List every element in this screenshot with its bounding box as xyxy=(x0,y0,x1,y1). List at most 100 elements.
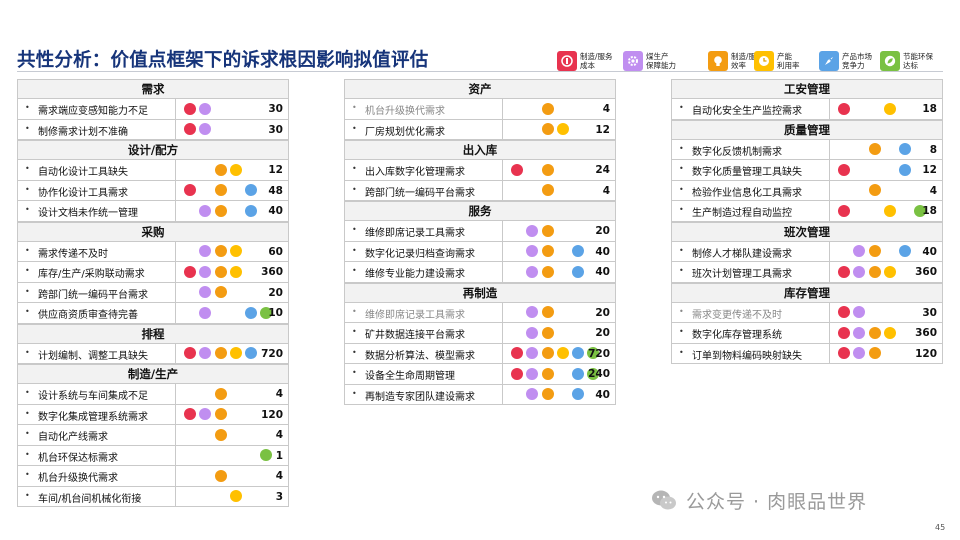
impact-dot-purple xyxy=(853,326,865,339)
row-label: 需求端应变感知能力不足 xyxy=(38,106,148,117)
impact-dot-orange xyxy=(215,469,227,482)
table-row: • 维修即席记录工具需求 20 xyxy=(344,220,616,241)
row-name-cell: • 数字化库存管理系统 xyxy=(672,323,830,343)
table-row: • 跨部门统一编码平台需求 20 xyxy=(17,281,289,302)
impact-dot-yellow xyxy=(557,123,569,135)
impact-dot-red xyxy=(184,102,196,115)
section-rows: • 需求变更传递不及时 30 • 数字化库存管理系统 360 • 订单到物料编码… xyxy=(671,301,943,364)
bullet-icon: • xyxy=(679,347,684,357)
impact-dot-red xyxy=(184,347,196,359)
row-value: 40 xyxy=(922,245,937,258)
row-value: 40 xyxy=(595,245,610,258)
column-middle: 资产 • 机台升级换代需求 4 • 厂房规划优化需求 12 出入库 • 出入库数字… xyxy=(344,79,616,405)
table-row: • 供应商资质审查待完善 10 xyxy=(17,302,289,324)
row-label: 供应商资质审查待完善 xyxy=(38,310,138,321)
row-value: 30 xyxy=(922,306,937,319)
row-value: 1 xyxy=(275,449,283,462)
impact-dot-purple xyxy=(526,367,538,380)
impact-dot-orange xyxy=(869,245,881,257)
impact-dot-orange xyxy=(869,347,881,359)
row-name-cell: • 生产制造过程自动监控 xyxy=(672,201,830,221)
bullet-icon: • xyxy=(25,429,30,438)
table-row: • 需求传递不及时 60 xyxy=(17,240,289,261)
impact-dot-orange xyxy=(215,286,227,298)
row-value: 12 xyxy=(595,123,610,136)
impact-dots xyxy=(505,221,597,241)
row-value: 20 xyxy=(595,327,610,339)
table-row: • 数字化反馈机制需求 8 xyxy=(671,138,943,160)
section-header: 工安管理 xyxy=(671,79,943,98)
impact-dots xyxy=(832,160,924,180)
table-row: • 数字化库存管理系统 360 xyxy=(671,322,943,343)
row-value: 3 xyxy=(275,490,283,503)
table-row: • 再制造专家团队建设需求 40 xyxy=(344,383,616,405)
impact-dot-red xyxy=(511,347,523,359)
bullet-icon: • xyxy=(352,184,357,194)
impact-dots xyxy=(178,384,270,404)
bullet-icon: • xyxy=(352,266,357,275)
row-value: 18 xyxy=(922,103,937,115)
bullet-icon: • xyxy=(352,368,357,377)
impact-dot-orange xyxy=(215,204,227,217)
section-rows: • 出入库数字化管理需求 24 • 跨部门统一编码平台需求 4 xyxy=(344,159,616,201)
impact-dots xyxy=(505,99,597,119)
row-name-cell: • 厂房规划优化需求 xyxy=(345,119,503,139)
impact-dot-yellow xyxy=(230,265,242,278)
row-value: 12 xyxy=(922,164,937,176)
impact-dots xyxy=(832,323,924,343)
impact-dots xyxy=(832,181,924,201)
section-rows: • 维修即席记录工具需求 20 • 数字化记录归档查询需求 40 • 维修专业能… xyxy=(344,220,616,283)
bullet-icon: • xyxy=(352,103,357,112)
row-value: 30 xyxy=(268,103,283,115)
row-name-cell: • 维修专业能力建设需求 xyxy=(345,262,503,282)
table-row: • 设计文档未作统一管理 40 xyxy=(17,200,289,222)
row-value: 20 xyxy=(595,306,610,319)
row-value: 40 xyxy=(268,205,283,217)
impact-dots xyxy=(505,385,597,405)
impact-dot-yellow xyxy=(557,347,569,359)
impact-dot-red xyxy=(511,163,523,176)
impact-dot-yellow xyxy=(884,326,896,339)
row-value: 360 xyxy=(915,266,937,278)
row-value: 4 xyxy=(275,388,283,400)
row-value: 10 xyxy=(268,307,283,319)
impact-dots xyxy=(832,140,924,160)
bullet-icon: • xyxy=(25,388,30,397)
impact-dot-orange xyxy=(542,326,554,339)
impact-dots xyxy=(832,344,924,364)
row-value: 20 xyxy=(268,286,283,299)
table-row: • 自动化产线需求 4 xyxy=(17,424,289,445)
impact-dots xyxy=(505,120,597,140)
row-label: 数字化质量管理工具缺失 xyxy=(692,167,802,178)
bullet-icon: • xyxy=(25,470,30,479)
row-label: 机台升级换代需求 xyxy=(38,473,118,484)
impact-dots xyxy=(505,160,597,180)
row-name-cell: • 协作化设计工具需求 xyxy=(18,180,176,200)
section-header: 需求 xyxy=(17,79,289,98)
impact-dots xyxy=(178,487,270,507)
impact-dot-purple xyxy=(199,265,211,278)
impact-dot-orange xyxy=(215,347,227,359)
column-left: 需求 • 需求端应变感知能力不足 30 • 制修需求计划不准确 30 设计/配方 … xyxy=(17,79,289,507)
row-label: 自动化产线需求 xyxy=(38,432,108,443)
row-name-cell: • 计划编制、调整工具缺失 xyxy=(18,343,176,363)
row-label: 出入库数字化管理需求 xyxy=(365,167,465,178)
row-label: 需求传递不及时 xyxy=(38,248,108,260)
impact-dots xyxy=(178,446,272,466)
table-row: • 设备全生命周期管理 240 xyxy=(344,363,616,384)
impact-dot-orange xyxy=(542,347,554,359)
impact-dot-orange xyxy=(215,163,227,176)
impact-dot-yellow xyxy=(230,163,242,176)
row-name-cell: • 班次计划管理工具需求 xyxy=(672,262,830,282)
impact-dots xyxy=(832,99,924,119)
section-rows: • 需求传递不及时 60 • 库存/生产/采购联动需求 360 • 跨部门统一编… xyxy=(17,240,289,324)
impact-dots xyxy=(178,425,270,445)
row-value: 24 xyxy=(595,164,610,176)
impact-dot-purple xyxy=(199,245,211,257)
bullet-icon: • xyxy=(25,347,30,357)
row-label: 库存/生产/采购联动需求 xyxy=(38,269,145,280)
impact-dot-purple xyxy=(199,408,211,420)
impact-dot-purple xyxy=(526,306,538,318)
row-name-cell: • 数据分析算法、模型需求 xyxy=(345,343,503,363)
page-number: 45 xyxy=(935,523,946,532)
